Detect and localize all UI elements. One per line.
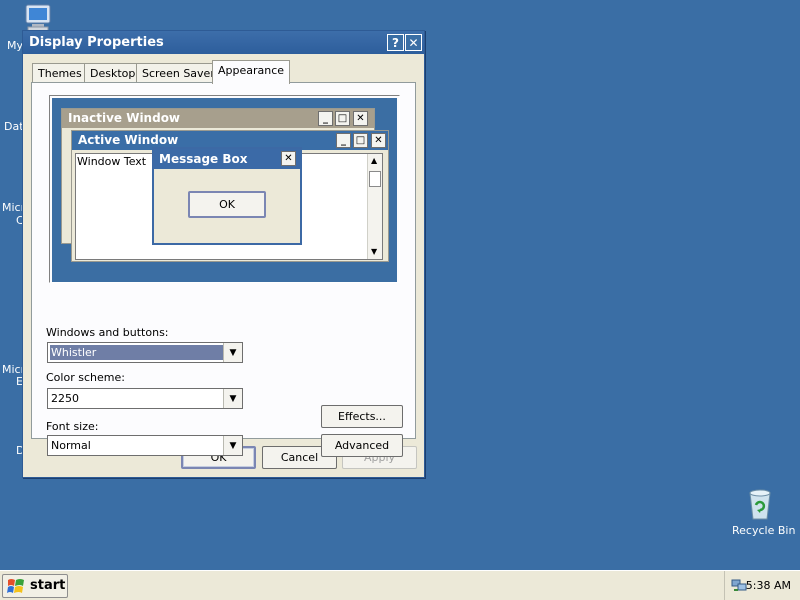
windows-buttons-value: Whistler [50, 345, 224, 360]
desktop-icon[interactable]: Micr C [0, 199, 25, 231]
desktop-icon-label: My [7, 39, 24, 52]
inactive-window-title: Inactive Window [68, 111, 181, 125]
windows-logo-icon [7, 579, 24, 593]
start-button[interactable]: start [2, 574, 68, 598]
desktop-icon-recycle-bin[interactable]: Recycle Bin [728, 486, 796, 542]
desktop-icon-label: Recycle Bin [732, 524, 796, 537]
windows-buttons-label: Windows and buttons: [46, 326, 169, 339]
chevron-down-icon[interactable]: ▼ [223, 343, 242, 362]
preview-background: Inactive Window _ □ ✕ Active Window _ □ … [52, 98, 397, 282]
maximize-icon: □ [353, 133, 368, 148]
network-icon[interactable] [731, 577, 747, 593]
close-icon: ✕ [371, 133, 386, 148]
taskbar: start 5:38 AM [0, 570, 800, 600]
tab-screen-saver[interactable]: Screen Saver [136, 63, 221, 83]
color-scheme-value: 2250 [51, 392, 79, 405]
scroll-down-icon: ▼ [371, 247, 378, 256]
active-window-title: Active Window [78, 133, 179, 147]
font-size-select[interactable]: Normal ▼ [47, 435, 243, 456]
close-icon: ✕ [281, 151, 296, 166]
message-box-titlebar: Message Box ✕ [154, 149, 300, 169]
maximize-icon: □ [335, 111, 350, 126]
effects-button[interactable]: Effects... [321, 405, 403, 428]
tab-label: Screen Saver [142, 67, 215, 80]
minimize-icon: _ [318, 111, 333, 126]
message-box-title: Message Box [159, 152, 248, 166]
color-scheme-label: Color scheme: [46, 371, 125, 384]
tab-label: Themes [38, 67, 82, 80]
system-tray: 5:38 AM [724, 571, 800, 600]
preview-scrollbar: ▲ ▼ [367, 154, 382, 259]
appearance-panel: Inactive Window _ □ ✕ Active Window _ □ … [31, 82, 416, 457]
desktop-icon[interactable]: D [0, 443, 24, 463]
advanced-button[interactable]: Advanced [321, 434, 403, 457]
scroll-up-icon: ▲ [371, 156, 378, 165]
windows-buttons-select[interactable]: Whistler ▼ [47, 342, 243, 363]
window-text: Window Text [77, 155, 147, 168]
appearance-preview: Inactive Window _ □ ✕ Active Window _ □ … [49, 95, 400, 283]
chevron-down-icon[interactable]: ▼ [223, 389, 242, 408]
dialog-titlebar[interactable]: Display Properties ? ✕ [23, 31, 424, 54]
start-label: start [30, 578, 66, 593]
minimize-icon: _ [336, 133, 351, 148]
scroll-thumb [369, 171, 381, 187]
tab-label: Desktop [90, 67, 136, 80]
font-size-label: Font size: [46, 420, 99, 433]
tab-desktop[interactable]: Desktop [84, 63, 142, 83]
tab-themes[interactable]: Themes [32, 63, 88, 83]
tab-appearance[interactable]: Appearance [212, 60, 291, 84]
help-button[interactable]: ? [387, 34, 404, 51]
color-scheme-select[interactable]: 2250 ▼ [47, 388, 243, 409]
close-button[interactable]: ✕ [405, 34, 422, 51]
message-box-preview: Message Box ✕ OK [152, 147, 302, 245]
tab-label: Appearance [218, 64, 285, 77]
close-icon: ✕ [353, 111, 368, 126]
clock[interactable]: 5:38 AM [746, 579, 791, 592]
chevron-down-icon[interactable]: ▼ [223, 436, 242, 455]
recycle-bin-icon [749, 489, 771, 520]
font-size-value: Normal [51, 439, 91, 452]
display-properties-dialog: Display Properties ? ✕ Themes Desktop Sc… [22, 30, 425, 478]
desktop-icon-label: Dat [4, 120, 24, 133]
dialog-title: Display Properties [29, 35, 164, 50]
inactive-window-titlebar: Inactive Window _ □ ✕ [62, 109, 374, 128]
desktop-icon[interactable]: Micr E [0, 362, 25, 394]
desktop-icon[interactable]: Dat [0, 118, 24, 138]
preview-ok-button: OK [188, 191, 266, 218]
